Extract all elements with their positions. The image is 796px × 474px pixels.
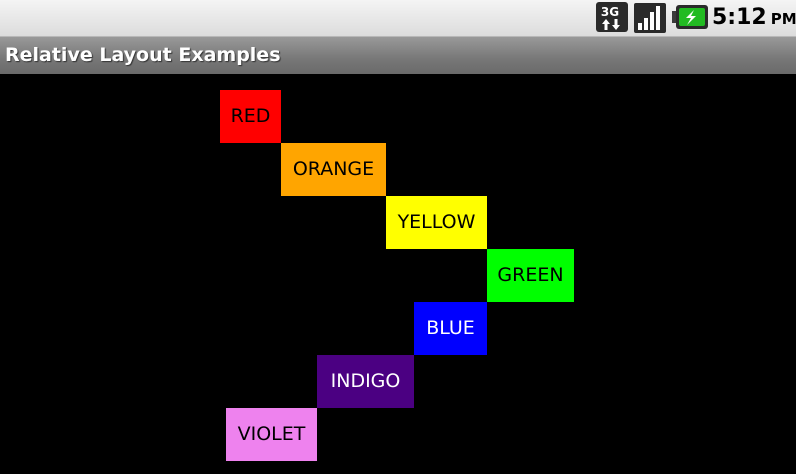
title-bar: Relative Layout Examples: [0, 37, 796, 74]
red-box: RED: [220, 90, 281, 143]
signal-strength-icon: [634, 3, 666, 33]
blue-box: BLUE: [414, 302, 487, 355]
network-type-label: 3G: [601, 5, 619, 19]
clock: 5:12 PM: [712, 4, 796, 32]
network-3g-icon: 3G: [596, 2, 628, 32]
clock-ampm: PM: [770, 10, 796, 28]
green-box: GREEN: [487, 249, 574, 302]
app-title: Relative Layout Examples: [5, 44, 281, 66]
clock-time: 5:12: [712, 5, 767, 30]
yellow-box: YELLOW: [386, 196, 487, 249]
orange-box: ORANGE: [281, 143, 386, 196]
battery-charging-icon: [672, 5, 708, 29]
violet-box: VIOLET: [226, 408, 317, 461]
status-bar: 3G 5:12 PM: [0, 0, 796, 37]
indigo-box: INDIGO: [317, 355, 414, 408]
